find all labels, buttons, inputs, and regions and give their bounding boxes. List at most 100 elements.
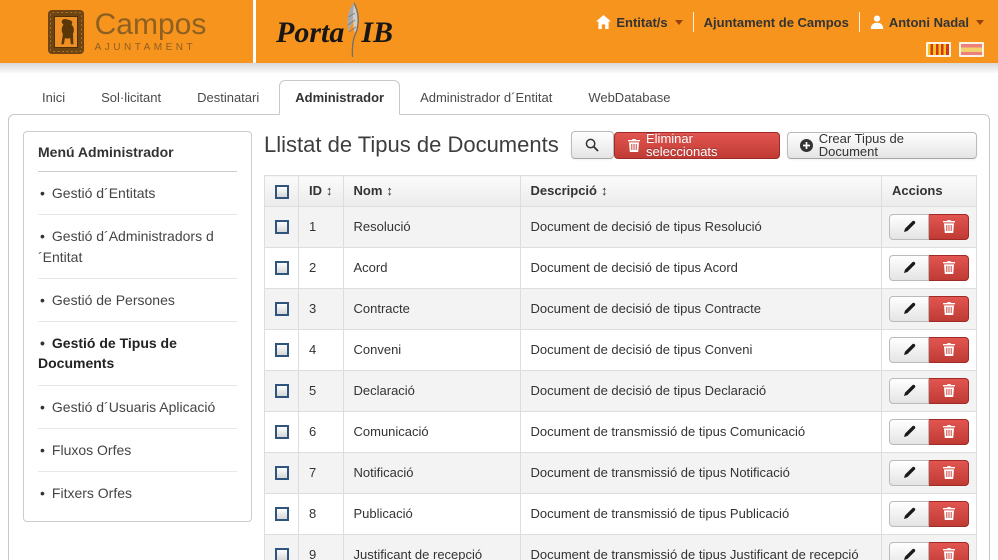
cell-id: 8 xyxy=(299,493,344,534)
sort-icon: ↕ xyxy=(386,183,393,198)
row-actions xyxy=(889,337,969,363)
delete-button[interactable] xyxy=(929,255,969,281)
cell-descripcio: Document de decisió de tipus Declaració xyxy=(520,370,882,411)
table-header-row: ID↕ Nom↕ Descripció↕ Accions xyxy=(265,176,977,207)
edit-button[interactable] xyxy=(889,296,929,322)
row-checkbox[interactable] xyxy=(275,466,289,480)
edit-button[interactable] xyxy=(889,419,929,445)
edit-button[interactable] xyxy=(889,501,929,527)
row-actions xyxy=(889,255,969,281)
nav-tab[interactable]: Administrador d´Entitat xyxy=(404,80,568,115)
app-header: Campos AJUNTAMENT Porta IB Entitat/s Aju… xyxy=(0,0,998,63)
sidebar-item[interactable]: •Fitxers Orfes xyxy=(38,472,237,514)
create-document-type-button[interactable]: Crear Tipus de Document xyxy=(787,132,977,159)
row-checkbox[interactable] xyxy=(275,343,289,357)
delete-button[interactable] xyxy=(929,501,969,527)
sidebar-item[interactable]: •Gestió d´Entitats xyxy=(38,172,237,215)
row-actions xyxy=(889,378,969,404)
cell-nom: Justificant de recepció xyxy=(343,534,520,560)
entity-menu[interactable]: Entitat/s xyxy=(596,15,682,30)
table-row: 7 Notificació Document de transmissió de… xyxy=(265,452,977,493)
column-header-nom[interactable]: Nom↕ xyxy=(343,176,520,207)
campos-logo[interactable]: Campos AJUNTAMENT xyxy=(0,0,253,63)
delete-button[interactable] xyxy=(929,296,969,322)
sidebar-item[interactable]: •Gestió de Persones xyxy=(38,279,237,322)
bullet-icon: • xyxy=(40,440,45,460)
nav-tab[interactable]: Inici xyxy=(26,80,81,115)
sidebar-item[interactable]: •Fluxos Orfes xyxy=(38,429,237,472)
cell-id: 1 xyxy=(299,206,344,247)
delete-button[interactable] xyxy=(929,419,969,445)
home-icon xyxy=(596,15,611,29)
trash-icon xyxy=(943,466,955,479)
edit-button[interactable] xyxy=(889,255,929,281)
row-checkbox[interactable] xyxy=(275,302,289,316)
cell-nom: Publicació xyxy=(343,493,520,534)
row-checkbox[interactable] xyxy=(275,548,289,560)
delete-button[interactable] xyxy=(929,337,969,363)
nav-tab[interactable]: WebDatabase xyxy=(572,80,686,115)
pencil-icon xyxy=(903,261,916,274)
row-checkbox[interactable] xyxy=(275,261,289,275)
nav-tab[interactable]: Administrador xyxy=(279,80,400,115)
row-checkbox[interactable] xyxy=(275,425,289,439)
header-user-area: Entitat/s Ajuntament de Campos Antoni Na… xyxy=(596,12,984,32)
row-checkbox[interactable] xyxy=(275,507,289,521)
cell-descripcio: Document de decisió de tipus Acord xyxy=(520,247,882,288)
bullet-icon: • xyxy=(40,397,45,417)
delete-button[interactable] xyxy=(929,214,969,240)
sidebar-item[interactable]: •Gestió d´Administradors d´Entitat xyxy=(38,215,237,279)
cell-descripcio: Document de transmissió de tipus Notific… xyxy=(520,452,882,493)
search-icon xyxy=(585,138,599,152)
edit-button[interactable] xyxy=(889,337,929,363)
portafib-logo[interactable]: Porta IB xyxy=(276,6,393,60)
user-icon xyxy=(870,15,884,29)
edit-button[interactable] xyxy=(889,460,929,486)
table-row: 1 Resolució Document de decisió de tipus… xyxy=(265,206,977,247)
municipality-name: Campos xyxy=(95,10,207,40)
catalan-flag-icon[interactable] xyxy=(926,42,951,57)
edit-button[interactable] xyxy=(889,378,929,404)
delete-button[interactable] xyxy=(929,378,969,404)
row-actions xyxy=(889,460,969,486)
delete-selected-button[interactable]: Eliminar seleccionats xyxy=(614,132,780,159)
trash-icon xyxy=(943,220,955,233)
brand-part2: IB xyxy=(361,16,393,50)
municipality-subtitle: AJUNTAMENT xyxy=(95,42,207,53)
pencil-icon xyxy=(903,302,916,315)
header-shadow-strip xyxy=(0,63,998,73)
sidebar-item[interactable]: •Gestió de Tipus de Documents xyxy=(38,322,237,386)
sidebar-item[interactable]: •Gestió d´Usuaris Aplicació xyxy=(38,386,237,429)
cell-descripcio: Document de decisió de tipus Resolució xyxy=(520,206,882,247)
delete-button[interactable] xyxy=(929,542,969,560)
trash-icon xyxy=(943,425,955,438)
bullet-icon: • xyxy=(40,290,45,310)
header-separator xyxy=(859,12,860,32)
nav-tab[interactable]: Destinatari xyxy=(181,80,275,115)
pencil-icon xyxy=(903,220,916,233)
bullet-icon: • xyxy=(40,333,45,353)
row-checkbox[interactable] xyxy=(275,384,289,398)
search-button[interactable] xyxy=(571,131,614,159)
nav-tab[interactable]: Sol·licitant xyxy=(85,80,177,115)
column-header-accions: Accions xyxy=(882,176,977,207)
column-header-id[interactable]: ID↕ xyxy=(299,176,344,207)
table-row: 5 Declaració Document de decisió de tipu… xyxy=(265,370,977,411)
pencil-icon xyxy=(903,507,916,520)
plus-circle-icon xyxy=(800,139,813,152)
caret-down-icon xyxy=(976,20,984,25)
bullet-icon: • xyxy=(40,183,45,203)
row-checkbox[interactable] xyxy=(275,220,289,234)
cell-id: 7 xyxy=(299,452,344,493)
spanish-flag-icon[interactable] xyxy=(959,42,984,57)
select-all-checkbox[interactable] xyxy=(275,185,289,199)
header-divider xyxy=(253,0,256,63)
user-menu[interactable]: Antoni Nadal xyxy=(870,15,984,30)
delete-button[interactable] xyxy=(929,460,969,486)
cell-descripcio: Document de transmissió de tipus Publica… xyxy=(520,493,882,534)
cell-nom: Resolució xyxy=(343,206,520,247)
edit-button[interactable] xyxy=(889,214,929,240)
edit-button[interactable] xyxy=(889,542,929,560)
column-header-descripcio[interactable]: Descripció↕ xyxy=(520,176,882,207)
page-title: Llistat de Tipus de Documents xyxy=(264,132,559,158)
